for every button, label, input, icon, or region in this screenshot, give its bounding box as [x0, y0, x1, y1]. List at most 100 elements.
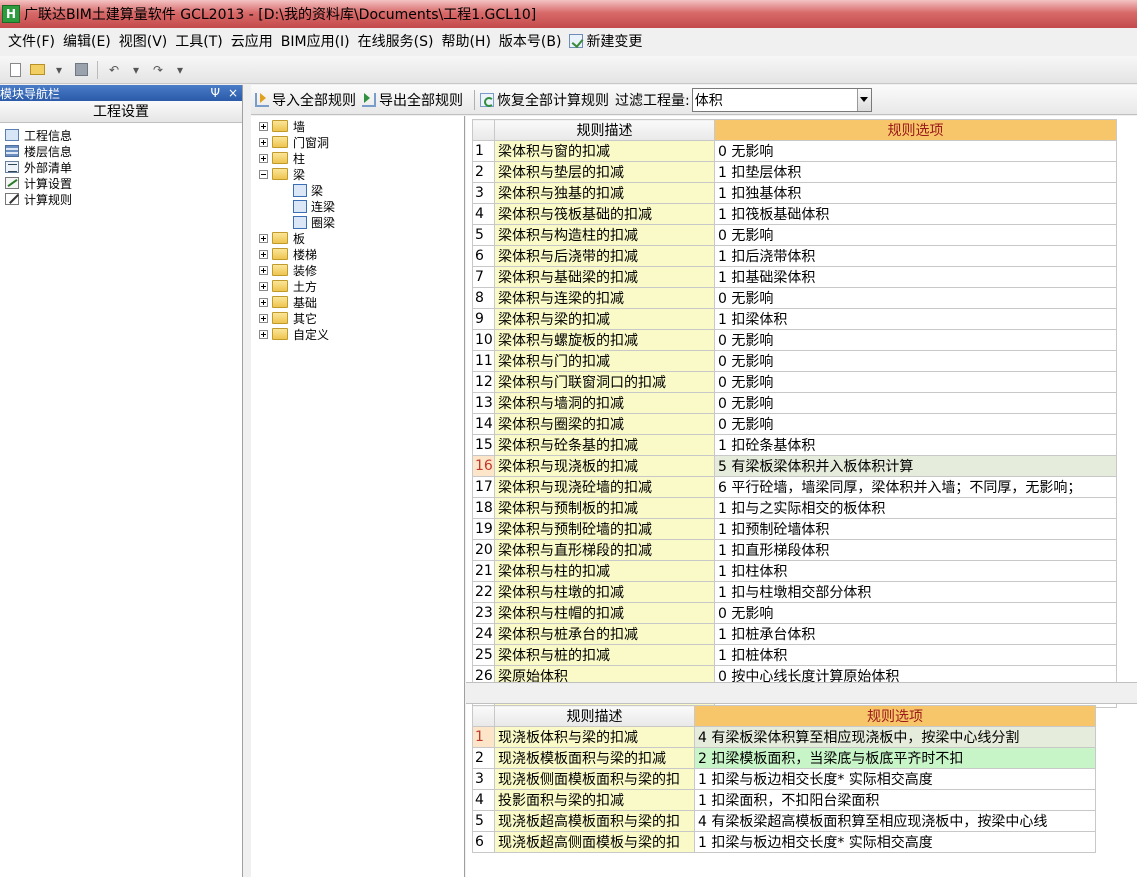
expand-icon[interactable] [259, 121, 268, 131]
menu-edit[interactable]: 编辑(E) [59, 28, 115, 56]
tree-child-ring-beam[interactable]: 圈梁 [251, 214, 464, 230]
table-row[interactable]: 17 梁体积与现浇砼墙的扣减 6 平行砼墙，墙梁同厚，梁体积并入墙；不同厚，无影响； [472, 476, 1117, 498]
table-row[interactable]: 3 现浇板侧面模板面积与梁的扣 1 扣梁与板边相交长度* 实际相交高度 [472, 768, 1096, 790]
table-row[interactable]: 22 梁体积与柱墩的扣减 1 扣与柱墩相交部分体积 [472, 581, 1117, 603]
rule-option[interactable]: 1 扣梁与板边相交长度* 实际相交高度 [694, 831, 1096, 853]
table-row[interactable]: 18 梁体积与预制板的扣减 1 扣与之实际相交的板体积 [472, 497, 1117, 519]
table-row[interactable]: 10 梁体积与螺旋板的扣减 0 无影响 [472, 329, 1117, 351]
rule-option[interactable]: 4 有梁板梁超高模板面积算至相应现浇板中，按梁中心线 [694, 810, 1096, 832]
tree-node-wall[interactable]: 墙 [251, 118, 464, 134]
rule-option[interactable]: 0 无影响 [714, 140, 1117, 162]
rule-option[interactable]: 1 扣梁与板边相交长度* 实际相交高度 [694, 768, 1096, 790]
rule-option[interactable]: 5 有梁板梁体积并入板体积计算 [714, 455, 1117, 477]
undo-dropdown-button[interactable]: ▾ [127, 61, 145, 79]
table-row[interactable]: 25 梁体积与桩的扣减 1 扣桩体积 [472, 644, 1117, 666]
expand-icon[interactable] [259, 137, 268, 147]
tree-node-beam[interactable]: 梁 [251, 166, 464, 182]
table-row[interactable]: 21 梁体积与柱的扣减 1 扣柱体积 [472, 560, 1117, 582]
table-row[interactable]: 1 现浇板体积与梁的扣减 4 有梁板梁体积算至相应现浇板中，按梁中心线分割 [472, 726, 1096, 748]
tree-child-beam[interactable]: 梁 [251, 182, 464, 198]
menu-cloud[interactable]: 云应用 [227, 28, 277, 56]
table-divider[interactable] [466, 682, 1137, 704]
open-dropdown-button[interactable]: ▾ [50, 61, 68, 79]
rule-option[interactable]: 1 扣梁体积 [714, 308, 1117, 330]
menu-new-change[interactable]: 新建变更 [565, 28, 646, 56]
expand-icon[interactable] [259, 265, 268, 275]
rule-option[interactable]: 0 无影响 [714, 371, 1117, 393]
filter-quantity-select[interactable]: 体积 [691, 87, 872, 112]
rule-option[interactable]: 1 扣与之实际相交的板体积 [714, 497, 1117, 519]
table-row[interactable]: 6 现浇板超高侧面模板与梁的扣 1 扣梁与板边相交长度* 实际相交高度 [472, 831, 1096, 853]
redo-dropdown-button[interactable]: ▾ [171, 61, 189, 79]
table-row[interactable]: 13 梁体积与墙洞的扣减 0 无影响 [472, 392, 1117, 414]
rule-option[interactable]: 1 扣基础梁体积 [714, 266, 1117, 288]
table-row[interactable]: 16 梁体积与现浇板的扣减 5 有梁板梁体积并入板体积计算 [472, 455, 1117, 477]
export-all-rules-button[interactable]: 导出全部规则 [362, 90, 463, 110]
nav-item-project-info[interactable]: 工程信息 [0, 127, 242, 143]
expand-icon[interactable] [259, 297, 268, 307]
rule-option[interactable]: 1 扣直形梯段体积 [714, 539, 1117, 561]
project-settings-section[interactable]: 工程设置 [0, 101, 242, 123]
rule-option[interactable]: 0 无影响 [714, 602, 1117, 624]
restore-all-rules-button[interactable]: 恢复全部计算规则 [480, 90, 609, 110]
menu-bim[interactable]: BIM应用(I) [277, 28, 354, 56]
table-row[interactable]: 2 现浇板模板面积与梁的扣减 2 扣梁模板面积，当梁底与板底平齐时不扣 [472, 747, 1096, 769]
panel-splitter[interactable] [243, 85, 251, 877]
tree-node-column[interactable]: 柱 [251, 150, 464, 166]
tree-node-door-window[interactable]: 门窗洞 [251, 134, 464, 150]
table-row[interactable]: 19 梁体积与预制砼墙的扣减 1 扣预制砼墙体积 [472, 518, 1117, 540]
tree-node-slab[interactable]: 板 [251, 230, 464, 246]
menu-help[interactable]: 帮助(H) [437, 28, 494, 56]
table-row[interactable]: 4 投影面积与梁的扣减 1 扣梁面积，不扣阳台梁面积 [472, 789, 1096, 811]
rule-option[interactable]: 6 平行砼墙，墙梁同厚，梁体积并入墙；不同厚，无影响； [714, 476, 1117, 498]
rule-option[interactable]: 1 扣筏板基础体积 [714, 203, 1117, 225]
rule-option[interactable]: 0 无影响 [714, 224, 1117, 246]
redo-button[interactable]: ↷ [149, 61, 167, 79]
tree-node-other[interactable]: 其它 [251, 310, 464, 326]
rule-option[interactable]: 1 扣柱体积 [714, 560, 1117, 582]
nav-item-calc-settings[interactable]: 计算设置 [0, 175, 242, 191]
expand-icon[interactable] [259, 313, 268, 323]
rule-option[interactable]: 1 扣桩承台体积 [714, 623, 1117, 645]
tree-child-coupling-beam[interactable]: 连梁 [251, 198, 464, 214]
tree-node-foundation[interactable]: 基础 [251, 294, 464, 310]
menu-online[interactable]: 在线服务(S) [354, 28, 438, 56]
rule-option[interactable]: 1 扣后浇带体积 [714, 245, 1117, 267]
rule-option[interactable]: 1 扣桩体积 [714, 644, 1117, 666]
pin-icon[interactable]: Ψ [210, 86, 219, 100]
table-row[interactable]: 12 梁体积与门联窗洞口的扣减 0 无影响 [472, 371, 1117, 393]
expand-icon[interactable] [259, 233, 268, 243]
rule-option[interactable]: 0 无影响 [714, 287, 1117, 309]
expand-icon[interactable] [259, 329, 268, 339]
import-all-rules-button[interactable]: 导入全部规则 [255, 90, 356, 110]
expand-icon[interactable] [259, 249, 268, 259]
tree-node-decoration[interactable]: 装修 [251, 262, 464, 278]
save-button[interactable] [72, 61, 90, 79]
rule-option[interactable]: 4 有梁板梁体积算至相应现浇板中，按梁中心线分割 [694, 726, 1096, 748]
table-row[interactable]: 1 梁体积与窗的扣减 0 无影响 [472, 140, 1117, 162]
tree-node-stairs[interactable]: 楼梯 [251, 246, 464, 262]
expand-icon[interactable] [259, 281, 268, 291]
table-row[interactable]: 11 梁体积与门的扣减 0 无影响 [472, 350, 1117, 372]
table-row[interactable]: 14 梁体积与圈梁的扣减 0 无影响 [472, 413, 1117, 435]
table-row[interactable]: 5 现浇板超高模板面积与梁的扣 4 有梁板梁超高模板面积算至相应现浇板中，按梁中心线 [472, 810, 1096, 832]
table-row[interactable]: 24 梁体积与桩承台的扣减 1 扣桩承台体积 [472, 623, 1117, 645]
undo-button[interactable]: ↶ [105, 61, 123, 79]
table-row[interactable]: 2 梁体积与垫层的扣减 1 扣垫层体积 [472, 161, 1117, 183]
nav-item-floor-info[interactable]: 楼层信息 [0, 143, 242, 159]
table-row[interactable]: 3 梁体积与独基的扣减 1 扣独基体积 [472, 182, 1117, 204]
table-row[interactable]: 7 梁体积与基础梁的扣减 1 扣基础梁体积 [472, 266, 1117, 288]
rule-option[interactable]: 0 无影响 [714, 392, 1117, 414]
table-row[interactable]: 8 梁体积与连梁的扣减 0 无影响 [472, 287, 1117, 309]
table-row[interactable]: 5 梁体积与构造柱的扣减 0 无影响 [472, 224, 1117, 246]
tree-node-custom[interactable]: 自定义 [251, 326, 464, 342]
nav-item-external-list[interactable]: 外部清单 [0, 159, 242, 175]
new-file-button[interactable] [6, 61, 24, 79]
chevron-down-icon[interactable] [856, 88, 871, 111]
table-row[interactable]: 9 梁体积与梁的扣减 1 扣梁体积 [472, 308, 1117, 330]
open-file-button[interactable] [28, 61, 46, 79]
menu-version[interactable]: 版本号(B) [495, 28, 566, 56]
rule-option[interactable]: 0 无影响 [714, 329, 1117, 351]
rule-option[interactable]: 2 扣梁模板面积，当梁底与板底平齐时不扣 [694, 747, 1096, 769]
rule-option[interactable]: 1 扣垫层体积 [714, 161, 1117, 183]
